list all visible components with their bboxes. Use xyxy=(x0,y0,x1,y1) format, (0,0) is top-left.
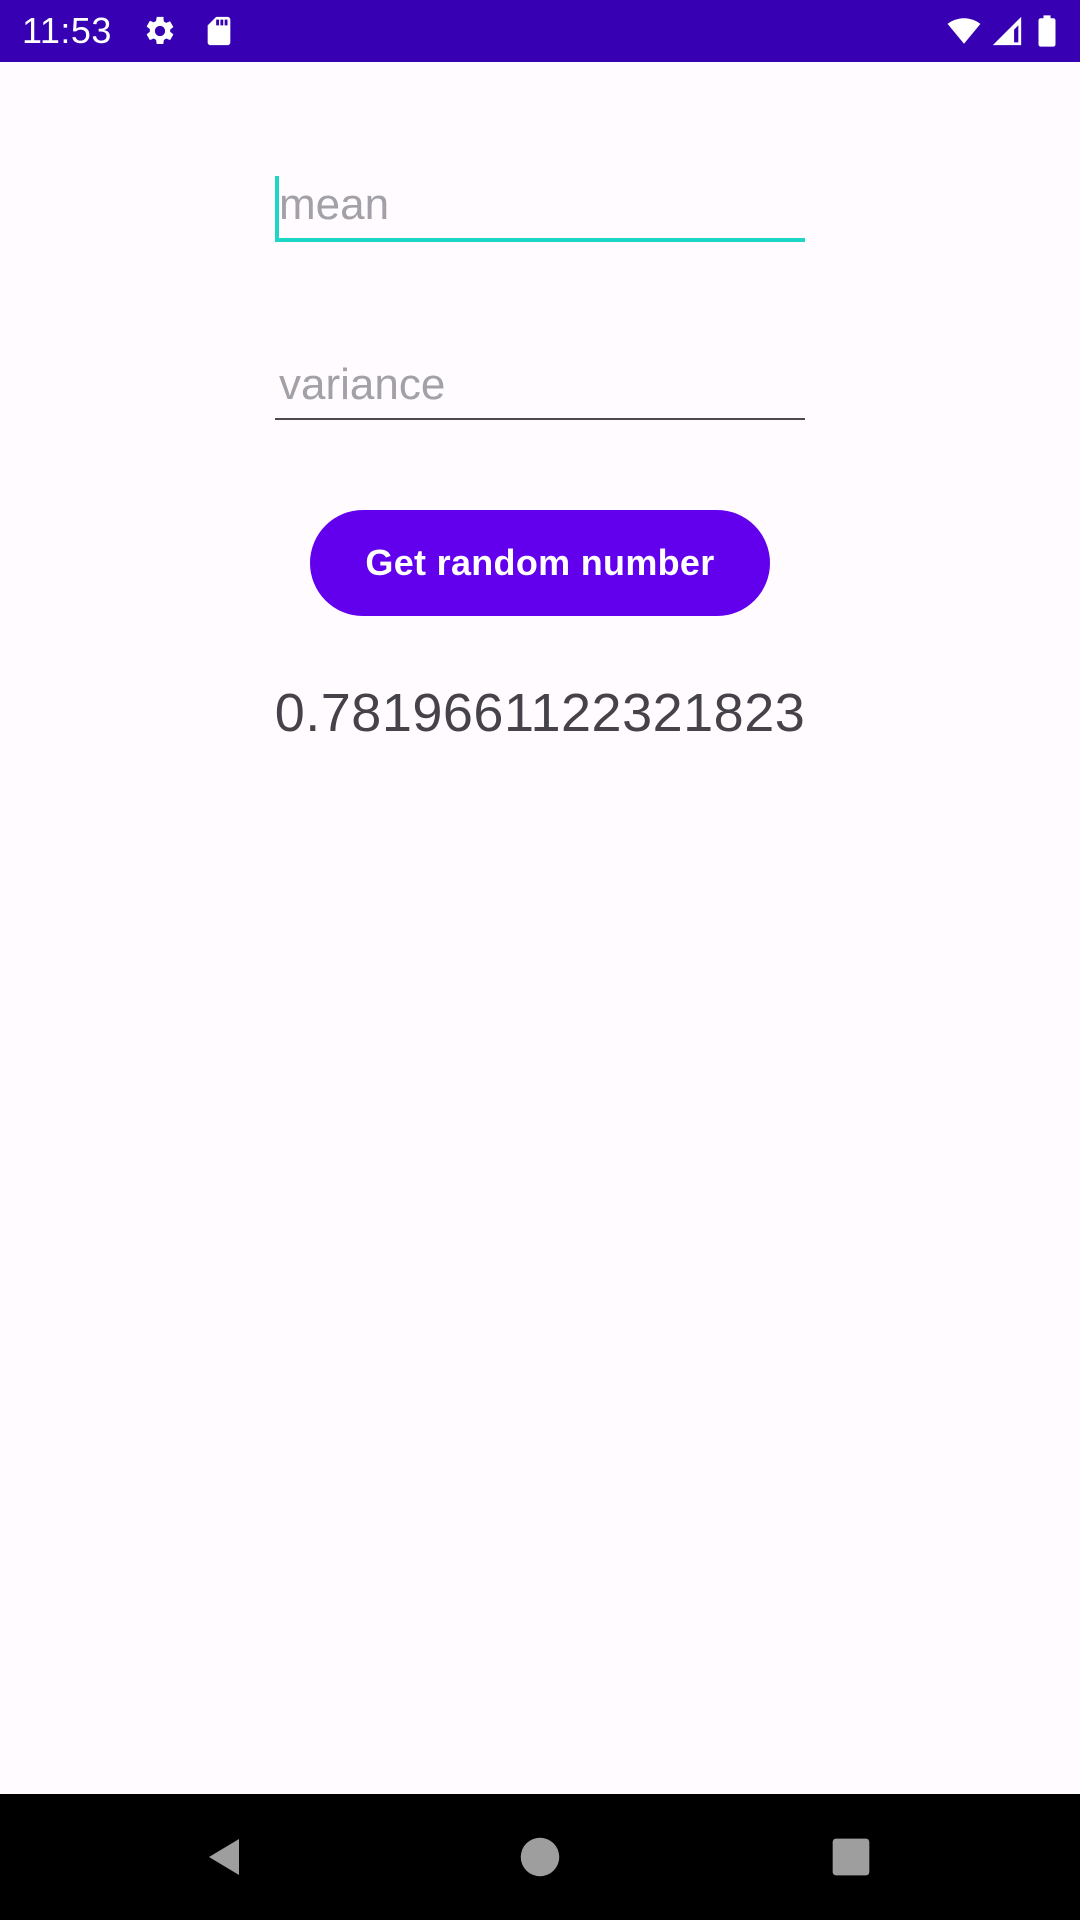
home-icon[interactable] xyxy=(507,1824,573,1890)
random-number-result: 0.7819661122321823 xyxy=(274,683,806,743)
mean-field[interactable] xyxy=(275,172,805,242)
navigation-bar xyxy=(0,1794,1080,1920)
battery-icon xyxy=(1032,14,1062,48)
settings-icon xyxy=(143,14,177,48)
sd-card-icon xyxy=(202,14,236,48)
cell-signal-icon xyxy=(990,14,1024,48)
mean-input[interactable] xyxy=(275,172,805,238)
text-cursor xyxy=(275,176,279,238)
status-bar: 11:53 xyxy=(0,0,1080,62)
variance-input[interactable] xyxy=(275,352,805,418)
mean-field-underline xyxy=(275,238,805,242)
variance-field-underline xyxy=(275,418,805,420)
back-icon[interactable] xyxy=(192,1824,258,1890)
wifi-icon xyxy=(944,14,984,48)
status-time: 11:53 xyxy=(22,10,112,51)
variance-field[interactable] xyxy=(275,352,805,420)
get-random-number-button[interactable]: Get random number xyxy=(310,510,770,616)
recents-icon[interactable] xyxy=(818,1824,884,1890)
